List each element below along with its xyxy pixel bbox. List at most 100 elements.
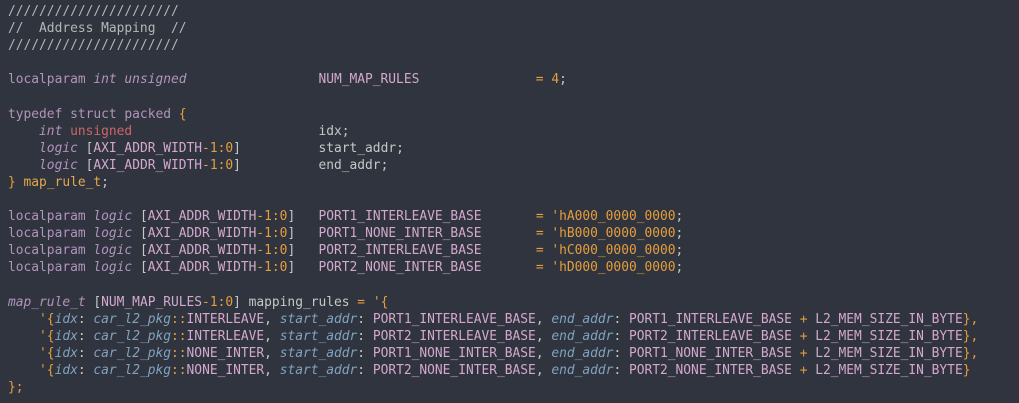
code-token: : <box>357 362 373 378</box>
code-token: start_addr <box>279 362 358 378</box>
code-token: AXI_ADDR_WIDTH <box>147 226 257 242</box>
code-token: [ <box>132 209 148 225</box>
code-token: L2_MEM_SIZE_IN_BYTE <box>815 362 963 378</box>
code-token: [ <box>77 157 94 173</box>
code-token: , <box>535 362 552 378</box>
code-token: unsigned <box>70 123 133 139</box>
code-token: 0 <box>225 157 234 173</box>
code-line: int unsigned idx; <box>8 123 1019 140</box>
code-line: localparam logic [AXI_ADDR_WIDTH-1:0] PO… <box>8 208 1019 225</box>
code-token: :: <box>171 328 187 344</box>
code-token: AXI_ADDR_WIDTH <box>93 157 203 173</box>
code-token: logic <box>93 226 133 242</box>
code-token: localparam <box>8 72 86 88</box>
code-token: [ <box>132 243 148 259</box>
code-token: : <box>77 311 94 327</box>
code-token: PORT2_NONE_INTER_BASE <box>628 362 792 378</box>
code-token: - <box>256 260 265 276</box>
code-token: [ <box>132 260 148 276</box>
code-token: : <box>271 243 280 259</box>
code-line: ////////////////////// <box>8 3 1019 20</box>
code-token: : <box>613 362 629 378</box>
code-token: 1 <box>264 226 272 242</box>
code-token: ; <box>101 174 109 190</box>
code-line: typedef struct packed { <box>8 106 1019 123</box>
code-token: logic <box>39 157 78 173</box>
code-token: = <box>535 209 544 225</box>
code-token: ; <box>675 209 684 225</box>
code-token: 'hA000_0000_0000 <box>551 209 676 225</box>
code-token: NUM_MAP_RULES <box>318 72 420 88</box>
code-token: idx <box>54 362 78 378</box>
code-token: NONE_INTER <box>186 362 265 378</box>
code-token: , <box>264 345 280 361</box>
code-line: }; <box>8 379 1019 396</box>
code-token: logic <box>93 209 133 225</box>
code-token: 0 <box>225 140 234 156</box>
code-token: 0 <box>225 294 234 310</box>
code-token: PORT2_INTERLEAVE_BASE <box>318 243 482 259</box>
code-token: : <box>357 311 373 327</box>
code-token: PORT2_INTERLEAVE_BASE <box>372 328 536 344</box>
code-token: 1 <box>209 157 218 173</box>
code-token: map_rule_t <box>8 294 86 310</box>
code-token: 'hB000_0000_0000 <box>551 226 676 242</box>
code-line: map_rule_t [NUM_MAP_RULES-1:0] mapping_r… <box>8 294 1019 311</box>
code-token: idx <box>54 328 78 344</box>
code-line: '{idx: car_l2_pkg::INTERLEAVE, start_add… <box>8 311 1019 328</box>
code-token: PORT2_INTERLEAVE_BASE <box>628 328 792 344</box>
code-token: '{ <box>39 328 55 344</box>
code-token: 1 <box>209 140 218 156</box>
code-token: car_l2_pkg <box>93 311 172 327</box>
code-token: = <box>535 260 544 276</box>
code-token: PORT1_INTERLEAVE_BASE <box>372 311 536 327</box>
code-token: : <box>77 328 94 344</box>
code-token: { <box>178 106 187 122</box>
code-token: AXI_ADDR_WIDTH <box>93 140 203 156</box>
code-token: ////////////////////// <box>8 38 179 54</box>
code-token: : <box>77 362 94 378</box>
code-token: '{ <box>39 362 55 378</box>
code-token: 1 <box>264 209 272 225</box>
code-token: : <box>613 345 629 361</box>
code-token: typedef struct packed <box>8 106 171 122</box>
code-token: = <box>535 72 544 88</box>
code-token: end_addr <box>551 328 614 344</box>
code-token: ; <box>559 72 567 88</box>
code-token: start_addr <box>279 345 358 361</box>
code-token: [ <box>85 294 102 310</box>
code-token: : <box>613 328 629 344</box>
code-line: localparam int unsigned NUM_MAP_RULES = … <box>8 71 1019 88</box>
code-token: car_l2_pkg <box>93 345 172 361</box>
code-token: , <box>264 311 280 327</box>
code-editor[interactable]: //////////////////////// Address Mapping… <box>8 3 1019 396</box>
code-token: localparam <box>8 243 86 259</box>
code-token: PORT1_INTERLEAVE_BASE <box>318 209 482 225</box>
code-token: logic <box>39 140 78 156</box>
code-line: localparam logic [AXI_ADDR_WIDTH-1:0] PO… <box>8 259 1019 276</box>
code-token: start_addr <box>279 311 358 327</box>
code-token: } <box>962 362 971 378</box>
code-token: [ <box>77 140 94 156</box>
code-token: : <box>77 345 94 361</box>
code-token: end_addr <box>551 311 614 327</box>
code-token: ] <box>233 157 241 173</box>
code-token: ; <box>675 226 684 242</box>
code-token: int <box>39 123 63 139</box>
